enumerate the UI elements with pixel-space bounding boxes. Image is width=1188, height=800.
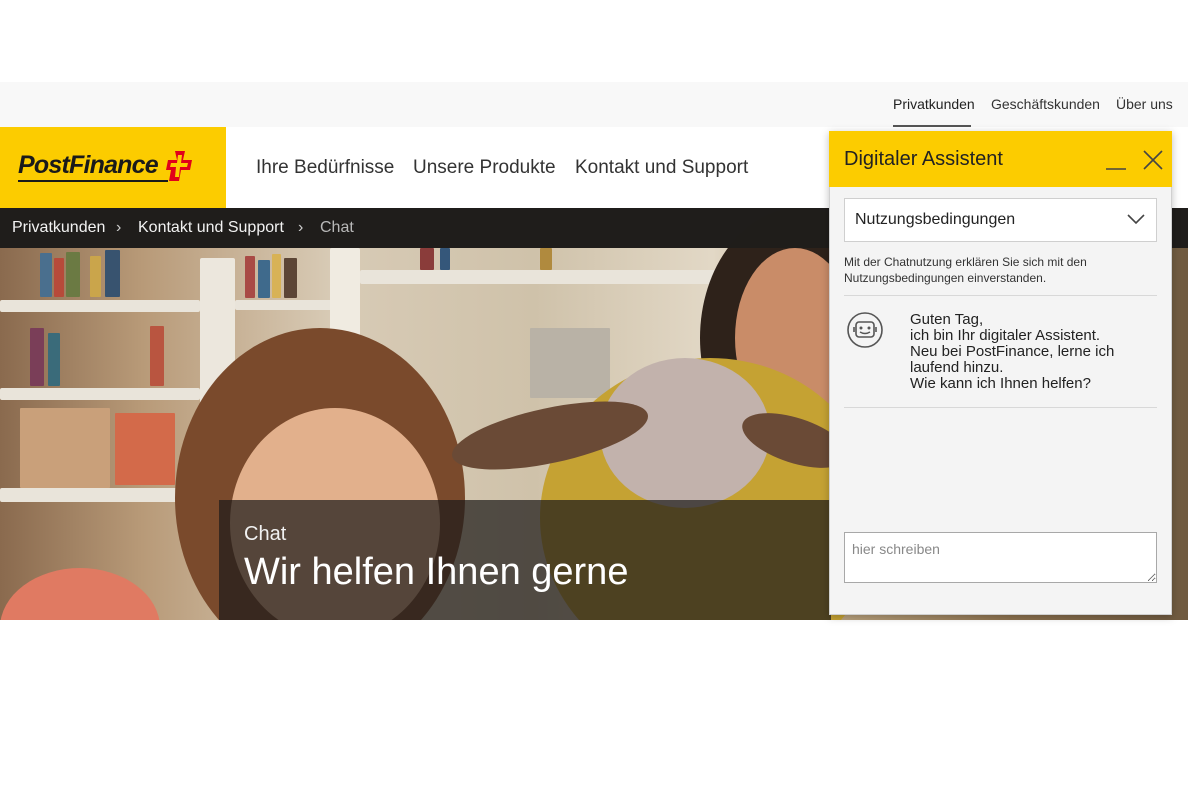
bot-message: Guten Tag, ich bin Ihr digitaler Assiste… <box>910 312 1150 392</box>
terms-note: Mit der Chatnutzung erklären Sie sich mi… <box>844 255 1087 285</box>
bot-message-line: Guten Tag, <box>910 311 984 328</box>
breadcrumb-kontakt-support[interactable]: Kontakt und Support <box>138 219 284 237</box>
chat-message-input[interactable] <box>844 532 1157 583</box>
topnav-ueber-uns[interactable]: Über uns <box>1116 96 1173 112</box>
close-icon[interactable] <box>1143 150 1163 170</box>
chevron-right-icon: › <box>116 219 122 236</box>
logo-underline <box>18 180 168 182</box>
minimize-icon[interactable] <box>1106 151 1126 171</box>
topnav-geschaeftskunden[interactable]: Geschäftskunden <box>991 96 1100 112</box>
swiss-cross-icon <box>166 151 192 181</box>
mainnav-beduerfnisse[interactable]: Ihre Bedürfnisse <box>256 157 394 179</box>
chevron-down-icon <box>1127 214 1145 225</box>
logo-wordmark: PostFinance <box>18 151 159 179</box>
hero-kicker: Chat <box>244 523 287 545</box>
bot-message-line: Wie kann ich Ihnen helfen? <box>910 375 1091 392</box>
hero-title: Wir helfen Ihnen gerne <box>244 551 629 593</box>
topnav-privatkunden[interactable]: Privatkunden <box>893 96 975 112</box>
bot-message-line: Neu bei PostFinance, lerne ich <box>910 343 1115 360</box>
robot-avatar-icon <box>847 312 883 348</box>
divider <box>844 295 1157 296</box>
breadcrumb-privatkunden[interactable]: Privatkunden <box>12 219 105 237</box>
bot-message-line: ich bin Ihr digitaler Assistent. <box>910 327 1101 344</box>
chevron-right-icon: › <box>298 219 304 236</box>
mainnav-kontakt-support[interactable]: Kontakt und Support <box>575 157 748 179</box>
chat-title: Digitaler Assistent <box>844 148 1003 170</box>
mainnav-produkte[interactable]: Unsere Produkte <box>413 157 556 179</box>
divider <box>844 407 1157 408</box>
breadcrumb-current: Chat <box>320 219 354 236</box>
terms-dropdown-label: Nutzungsbedingungen <box>855 211 1016 228</box>
bot-message-line: laufend hinzu. <box>910 359 1004 376</box>
